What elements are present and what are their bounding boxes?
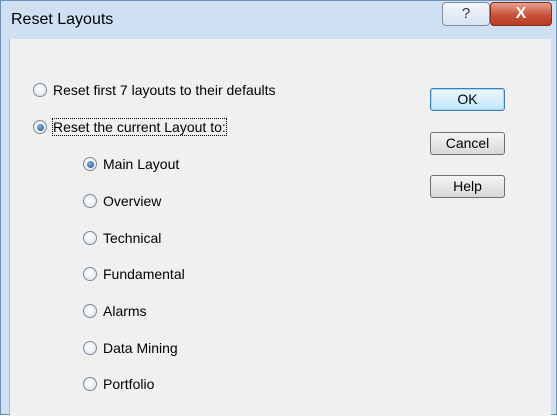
help-button[interactable]: Help [430,175,505,198]
dialog-body: Reset first 7 layouts to their defaults … [9,39,551,416]
title-bar: Reset Layouts ? X [1,1,556,39]
window-title: Reset Layouts [11,11,114,28]
layout-option-label: Data Mining [103,340,178,356]
layout-option-label: Main Layout [103,156,180,172]
cancel-button[interactable]: Cancel [430,132,505,155]
radio-selected-icon [33,120,47,134]
ok-button[interactable]: OK [430,88,505,111]
radio-selected-icon [83,157,97,171]
layout-option[interactable]: Data Mining [83,337,178,359]
layout-option[interactable]: Portfolio [83,373,154,395]
layout-option-label: Fundamental [103,266,185,282]
layout-option-label: Overview [103,193,162,209]
radio-reset-first[interactable]: Reset first 7 layouts to their defaults [33,79,276,101]
radio-icon [83,267,97,281]
layout-option-label: Technical [103,230,162,246]
close-icon[interactable]: X [490,2,552,26]
radio-icon [83,304,97,318]
layout-option-label: Alarms [103,303,147,319]
radio-icon [33,83,47,97]
layout-option[interactable]: Alarms [83,300,147,322]
reset-layouts-dialog: Reset Layouts ? X Reset first 7 layouts … [0,0,557,416]
radio-icon [83,231,97,245]
layout-option[interactable]: Technical [83,227,161,249]
radio-icon [83,194,97,208]
radio-icon [83,377,97,391]
layout-option-label: Portfolio [103,376,155,392]
radio-icon [83,341,97,355]
radio-reset-current[interactable]: Reset the current Layout to: [33,116,227,138]
layout-option[interactable]: Main Layout [83,153,179,175]
radio-reset-first-label: Reset first 7 layouts to their defaults [53,82,276,98]
layout-option[interactable]: Fundamental [83,263,185,285]
radio-reset-current-label: Reset the current Layout to: [52,118,227,136]
help-icon[interactable]: ? [442,2,490,26]
layout-option[interactable]: Overview [83,190,161,212]
